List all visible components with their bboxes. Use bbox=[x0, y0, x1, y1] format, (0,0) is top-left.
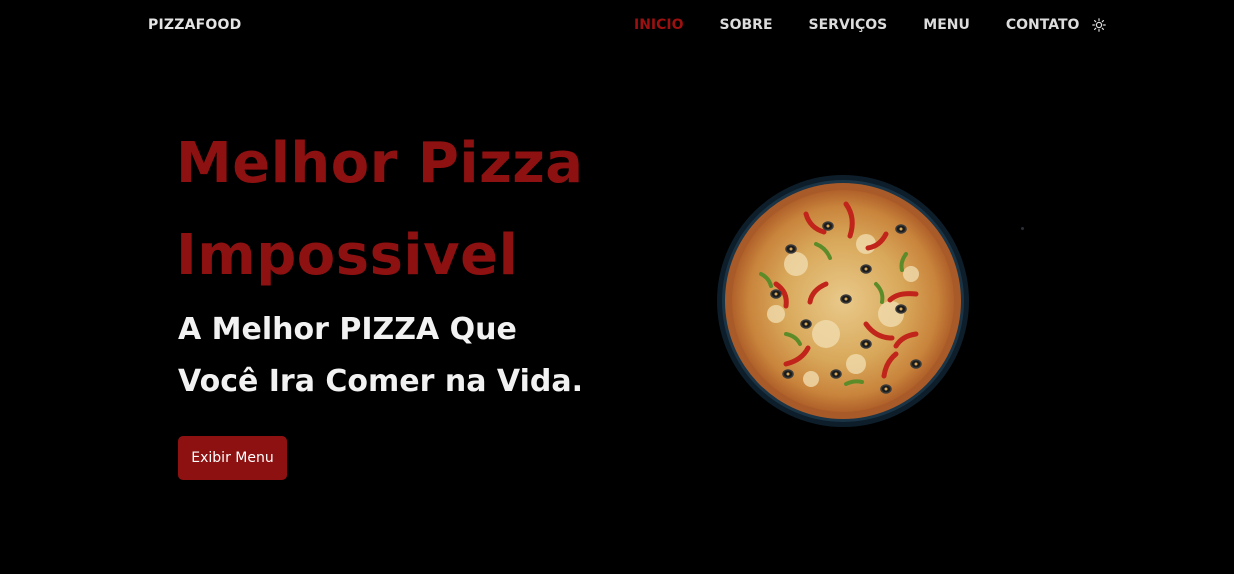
nav-item-inicio[interactable]: INICIO bbox=[634, 17, 684, 33]
site-header: PIZZAFOOD INICIO SOBRE SERVIÇOS MENU CON… bbox=[0, 0, 1234, 52]
hero-subtitle: A Melhor PIZZA Que Você Ira Comer na Vid… bbox=[178, 304, 698, 408]
hero-title-line1: Melhor Pizza bbox=[176, 131, 584, 196]
view-menu-button[interactable]: Exibir Menu bbox=[178, 436, 287, 480]
page: PIZZAFOOD INICIO SOBRE SERVIÇOS MENU CON… bbox=[0, 0, 1234, 574]
nav-item-contato[interactable]: CONTATO bbox=[1006, 17, 1080, 33]
sun-icon[interactable] bbox=[1091, 17, 1107, 33]
decorative-speck bbox=[1021, 227, 1024, 230]
hero-title-line2: Impossivel bbox=[176, 223, 519, 288]
nav-item-menu[interactable]: MENU bbox=[923, 17, 970, 33]
hero-subtitle-line1: A Melhor PIZZA Que bbox=[178, 312, 517, 347]
site-logo[interactable]: PIZZAFOOD bbox=[148, 17, 241, 33]
pizza-image bbox=[716, 174, 970, 428]
main-nav: INICIO SOBRE SERVIÇOS MENU CONTATO bbox=[634, 17, 1107, 33]
hero-title: Melhor Pizza Impossivel bbox=[176, 118, 696, 302]
nav-item-servicos[interactable]: SERVIÇOS bbox=[809, 17, 888, 33]
hero-subtitle-line2: Você Ira Comer na Vida. bbox=[178, 364, 584, 399]
nav-item-sobre[interactable]: SOBRE bbox=[720, 17, 773, 33]
